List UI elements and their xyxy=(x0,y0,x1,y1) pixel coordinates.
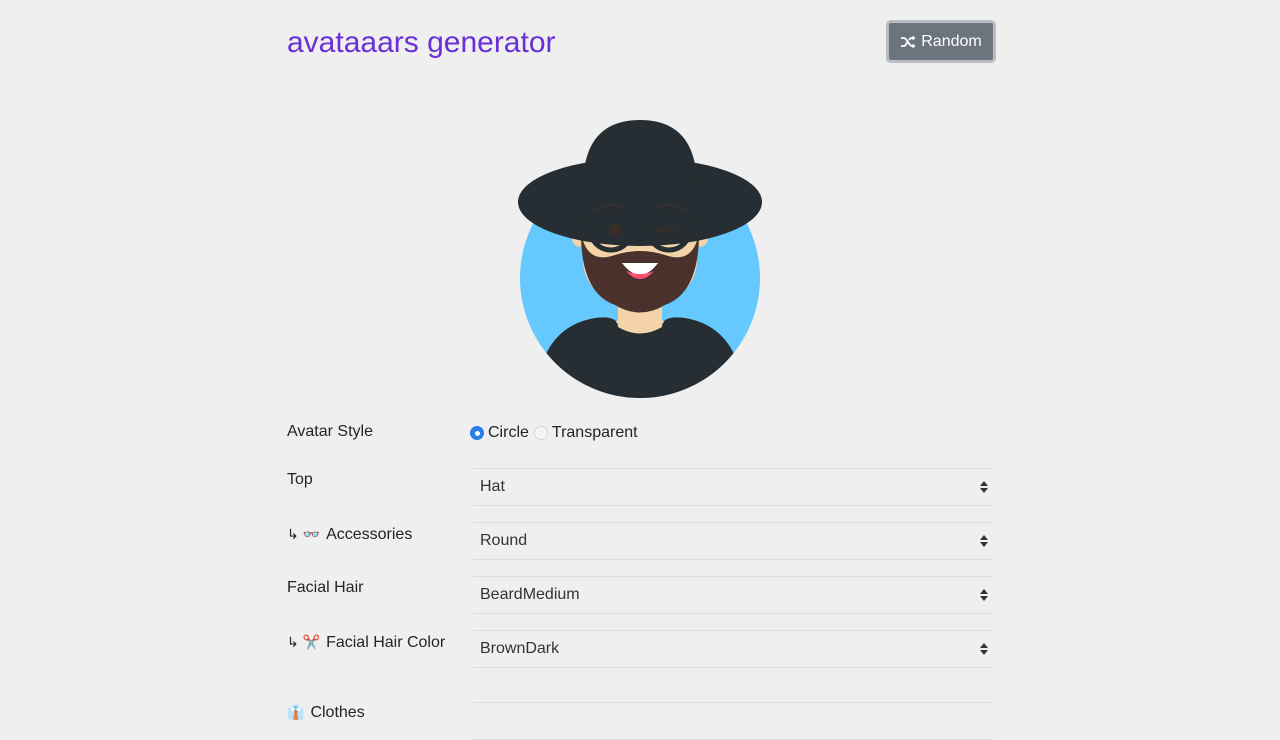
top-label: Top xyxy=(287,471,313,488)
radio-transparent-label[interactable]: Transparent xyxy=(552,424,638,442)
header: avataaars generator Random xyxy=(287,20,996,66)
select-caret-icon xyxy=(980,643,988,655)
radio-circle[interactable] xyxy=(470,426,484,440)
clothes-label: Clothes xyxy=(310,704,365,721)
app-title: avataaars generator xyxy=(287,26,556,59)
shuffle-icon xyxy=(900,35,916,49)
top-select[interactable]: Hat xyxy=(473,468,993,506)
facial-hair-select-value: BeardMedium xyxy=(480,586,580,603)
scissors-icon: ↳ ✂️ xyxy=(287,634,321,650)
avatar-style-row: Avatar Style Circle Transparent xyxy=(287,420,993,446)
accessories-label-wrap: ↳ 👓 Accessories xyxy=(287,522,447,547)
select-caret-icon xyxy=(980,481,988,493)
avatar-style-label: Avatar Style xyxy=(287,423,373,440)
facial-hair-color-select[interactable]: BrownDark xyxy=(473,630,993,668)
select-caret-icon xyxy=(980,589,988,601)
facial-hair-select[interactable]: BeardMedium xyxy=(473,576,993,614)
facial-hair-label: Facial Hair xyxy=(287,579,364,596)
top-select-value: Hat xyxy=(480,478,505,495)
clothes-label-wrap: 👔 Clothes xyxy=(287,700,447,725)
select-caret-icon xyxy=(980,535,988,547)
radio-transparent[interactable] xyxy=(533,426,548,440)
glasses-icon: ↳ 👓 xyxy=(287,526,321,542)
radio-circle-label[interactable]: Circle xyxy=(488,424,529,442)
accessories-label: Accessories xyxy=(326,526,413,543)
facial-hair-color-label-wrap: ↳ ✂️ Facial Hair Color xyxy=(287,630,447,655)
random-button[interactable]: Random xyxy=(886,20,996,63)
accessories-select-value: Round xyxy=(480,532,528,549)
shirt-icon: 👔 xyxy=(287,704,305,720)
random-button-label: Random xyxy=(921,32,982,50)
facial-hair-color-select-value: BrownDark xyxy=(480,640,560,657)
accessories-select[interactable]: Round xyxy=(473,522,993,560)
facial-hair-color-label: Facial Hair Color xyxy=(326,634,446,651)
avatar-preview xyxy=(515,115,765,400)
avatar-style-radio-group: Circle Transparent xyxy=(470,424,643,442)
clothes-select[interactable] xyxy=(473,702,993,740)
